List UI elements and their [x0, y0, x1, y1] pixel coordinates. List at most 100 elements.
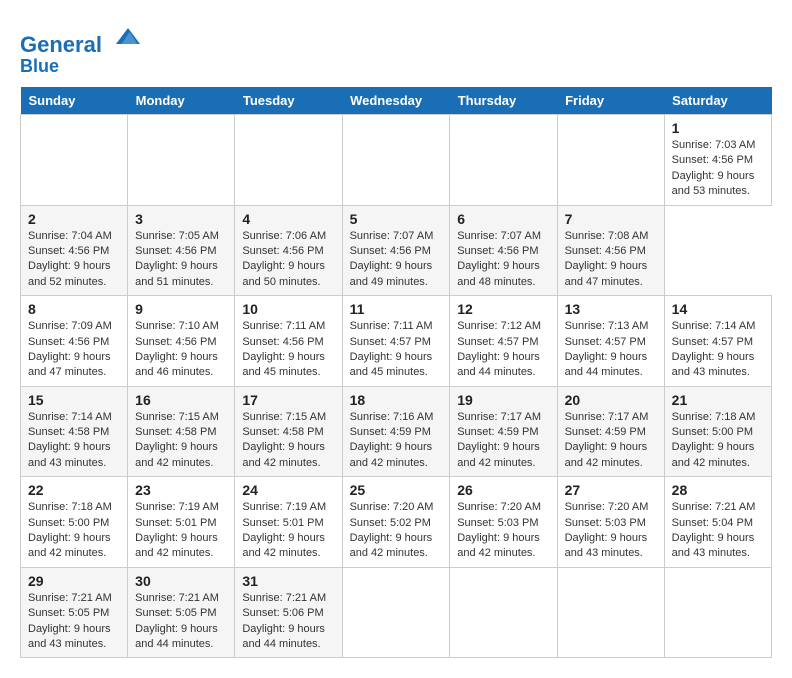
calendar-day-cell: 16Sunrise: 7:15 AMSunset: 4:58 PMDayligh… [128, 386, 235, 477]
calendar-day-cell: 7 Sunrise: 7:08 AMSunset: 4:56 PMDaylight… [557, 205, 664, 296]
day-number: 29 [28, 573, 120, 589]
day-number: 21 [672, 392, 764, 408]
empty-cell [21, 114, 128, 205]
empty-cell [128, 114, 235, 205]
day-info: Sunrise: 7:12 AMSunset: 4:57 PMDaylight:… [457, 319, 549, 381]
day-info: Sunrise: 7:13 AMSunset: 4:57 PMDaylight:… [565, 319, 657, 381]
day-info: Sunrise: 7:21 AMSunset: 5:04 PMDaylight:… [672, 500, 764, 562]
calendar-day-cell: 15 Sunrise: 7:14 AMSunset: 4:58 PMDayligh… [21, 386, 128, 477]
day-number: 17 [242, 392, 334, 408]
day-info: Sunrise: 7:19 AMSunset: 5:01 PMDaylight:… [242, 500, 334, 562]
day-number: 4 [242, 211, 334, 227]
calendar-day-cell: 28Sunrise: 7:21 AMSunset: 5:04 PMDayligh… [664, 477, 771, 568]
calendar-table: SundayMondayTuesdayWednesdayThursdayFrid… [20, 87, 772, 658]
day-number: 5 [350, 211, 443, 227]
day-number: 27 [565, 482, 657, 498]
calendar-week-row: 2Sunrise: 7:04 AMSunset: 4:56 PMDaylight… [21, 205, 772, 296]
day-info: Sunrise: 7:07 AMSunset: 4:56 PMDaylight:… [457, 229, 549, 291]
day-number: 15 [28, 392, 120, 408]
day-number: 12 [457, 301, 549, 317]
calendar-day-cell: 5 Sunrise: 7:07 AMSunset: 4:56 PMDaylight… [342, 205, 450, 296]
day-info: Sunrise: 7:18 AMSunset: 5:00 PMDaylight:… [28, 500, 120, 562]
day-info: Sunrise: 7:21 AMSunset: 5:05 PMDaylight:… [28, 591, 120, 653]
calendar-week-row: 8 Sunrise: 7:09 AMSunset: 4:56 PMDaylight… [21, 296, 772, 387]
day-info: Sunrise: 7:08 AMSunset: 4:56 PMDaylight:… [565, 229, 657, 291]
calendar-day-cell: 10 Sunrise: 7:11 AMSunset: 4:56 PMDayligh… [235, 296, 342, 387]
day-info: Sunrise: 7:21 AMSunset: 5:06 PMDaylight:… [242, 591, 334, 653]
calendar-week-row: 29 Sunrise: 7:21 AMSunset: 5:05 PMDayligh… [21, 567, 772, 658]
day-info: Sunrise: 7:17 AMSunset: 4:59 PMDaylight:… [565, 410, 657, 472]
weekday-header-thursday: Thursday [450, 87, 557, 115]
calendar-day-cell: 29 Sunrise: 7:21 AMSunset: 5:05 PMDayligh… [21, 567, 128, 658]
day-number: 13 [565, 301, 657, 317]
calendar-day-cell: 13 Sunrise: 7:13 AMSunset: 4:57 PMDayligh… [557, 296, 664, 387]
day-info: Sunrise: 7:07 AMSunset: 4:56 PMDaylight:… [350, 229, 443, 291]
day-number: 6 [457, 211, 549, 227]
day-number: 8 [28, 301, 120, 317]
empty-cell [557, 114, 664, 205]
logo-general: General [20, 32, 102, 57]
logo-text: General [20, 20, 144, 57]
calendar-day-cell: 9Sunrise: 7:10 AMSunset: 4:56 PMDaylight… [128, 296, 235, 387]
calendar-day-cell: 8 Sunrise: 7:09 AMSunset: 4:56 PMDaylight… [21, 296, 128, 387]
calendar-day-cell: 31 Sunrise: 7:21 AMSunset: 5:06 PMDayligh… [235, 567, 342, 658]
day-info: Sunrise: 7:05 AMSunset: 4:56 PMDaylight:… [135, 229, 227, 291]
weekday-header-wednesday: Wednesday [342, 87, 450, 115]
day-number: 7 [565, 211, 657, 227]
logo-icon [112, 20, 144, 52]
day-number: 19 [457, 392, 549, 408]
day-info: Sunrise: 7:20 AMSunset: 5:02 PMDaylight:… [350, 500, 443, 562]
calendar-day-cell: 25Sunrise: 7:20 AMSunset: 5:02 PMDayligh… [342, 477, 450, 568]
logo-blue: Blue [20, 57, 144, 77]
day-info: Sunrise: 7:14 AMSunset: 4:58 PMDaylight:… [28, 410, 120, 472]
calendar-day-cell: 26Sunrise: 7:20 AMSunset: 5:03 PMDayligh… [450, 477, 557, 568]
day-info: Sunrise: 7:18 AMSunset: 5:00 PMDaylight:… [672, 410, 764, 472]
day-number: 31 [242, 573, 334, 589]
calendar-day-cell: 24 Sunrise: 7:19 AMSunset: 5:01 PMDayligh… [235, 477, 342, 568]
calendar-day-cell: 18Sunrise: 7:16 AMSunset: 4:59 PMDayligh… [342, 386, 450, 477]
calendar-week-row: 1 Sunrise: 7:03 AMSunset: 4:56 PMDaylight… [21, 114, 772, 205]
day-info: Sunrise: 7:14 AMSunset: 4:57 PMDaylight:… [672, 319, 764, 381]
calendar-day-cell: 2Sunrise: 7:04 AMSunset: 4:56 PMDaylight… [21, 205, 128, 296]
day-info: Sunrise: 7:06 AMSunset: 4:56 PMDaylight:… [242, 229, 334, 291]
empty-cell [450, 567, 557, 658]
calendar-week-row: 15 Sunrise: 7:14 AMSunset: 4:58 PMDayligh… [21, 386, 772, 477]
day-number: 18 [350, 392, 443, 408]
day-info: Sunrise: 7:20 AMSunset: 5:03 PMDaylight:… [457, 500, 549, 562]
day-info: Sunrise: 7:20 AMSunset: 5:03 PMDaylight:… [565, 500, 657, 562]
calendar-week-row: 22Sunrise: 7:18 AMSunset: 5:00 PMDayligh… [21, 477, 772, 568]
weekday-header-tuesday: Tuesday [235, 87, 342, 115]
day-info: Sunrise: 7:17 AMSunset: 4:59 PMDaylight:… [457, 410, 549, 472]
day-info: Sunrise: 7:11 AMSunset: 4:57 PMDaylight:… [350, 319, 443, 381]
logo: General Blue [20, 20, 144, 77]
day-info: Sunrise: 7:03 AMSunset: 4:56 PMDaylight:… [672, 138, 764, 200]
day-number: 10 [242, 301, 334, 317]
day-number: 1 [672, 120, 764, 136]
page-header: General Blue [20, 20, 772, 77]
calendar-day-cell: 1 Sunrise: 7:03 AMSunset: 4:56 PMDaylight… [664, 114, 771, 205]
day-number: 3 [135, 211, 227, 227]
empty-cell [450, 114, 557, 205]
calendar-day-cell: 21 Sunrise: 7:18 AMSunset: 5:00 PMDayligh… [664, 386, 771, 477]
calendar-day-cell: 30Sunrise: 7:21 AMSunset: 5:05 PMDayligh… [128, 567, 235, 658]
day-info: Sunrise: 7:19 AMSunset: 5:01 PMDaylight:… [135, 500, 227, 562]
calendar-day-cell: 11Sunrise: 7:11 AMSunset: 4:57 PMDayligh… [342, 296, 450, 387]
empty-cell [342, 114, 450, 205]
weekday-header-friday: Friday [557, 87, 664, 115]
calendar-day-cell: 19 Sunrise: 7:17 AMSunset: 4:59 PMDayligh… [450, 386, 557, 477]
empty-cell [342, 567, 450, 658]
calendar-day-cell: 3 Sunrise: 7:05 AMSunset: 4:56 PMDaylight… [128, 205, 235, 296]
day-info: Sunrise: 7:11 AMSunset: 4:56 PMDaylight:… [242, 319, 334, 381]
empty-cell [235, 114, 342, 205]
empty-cell [557, 567, 664, 658]
calendar-day-cell: 22Sunrise: 7:18 AMSunset: 5:00 PMDayligh… [21, 477, 128, 568]
day-number: 24 [242, 482, 334, 498]
day-number: 20 [565, 392, 657, 408]
calendar-day-cell: 6 Sunrise: 7:07 AMSunset: 4:56 PMDaylight… [450, 205, 557, 296]
day-info: Sunrise: 7:21 AMSunset: 5:05 PMDaylight:… [135, 591, 227, 653]
day-info: Sunrise: 7:15 AMSunset: 4:58 PMDaylight:… [135, 410, 227, 472]
day-info: Sunrise: 7:04 AMSunset: 4:56 PMDaylight:… [28, 229, 120, 291]
calendar-day-cell: 14Sunrise: 7:14 AMSunset: 4:57 PMDayligh… [664, 296, 771, 387]
weekday-header-sunday: Sunday [21, 87, 128, 115]
day-info: Sunrise: 7:09 AMSunset: 4:56 PMDaylight:… [28, 319, 120, 381]
